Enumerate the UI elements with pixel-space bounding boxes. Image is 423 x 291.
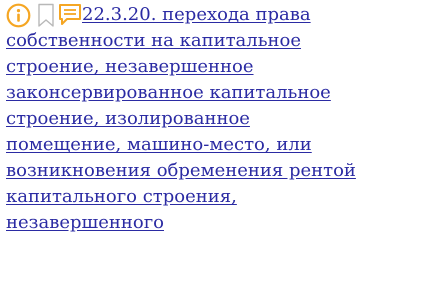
entry-icons bbox=[6, 2, 82, 28]
entry-link[interactable]: 22.3.20. перехода права собственности на … bbox=[6, 4, 356, 233]
entry-line: незавершенного bbox=[6, 212, 164, 233]
entry-line: строение, незавершенное bbox=[6, 56, 254, 77]
bookmark-icon[interactable] bbox=[37, 3, 55, 28]
entry-line: помещение, машино-место, или bbox=[6, 134, 312, 155]
entry-line: 22.3.20. перехода права bbox=[82, 4, 311, 25]
entry-line: возникновения обременения рентой bbox=[6, 160, 356, 181]
info-icon[interactable] bbox=[6, 3, 31, 28]
entry-line: строение, изолированное bbox=[6, 108, 250, 129]
comment-icon[interactable] bbox=[58, 3, 82, 27]
entry-line: законсервированное капитальное bbox=[6, 82, 331, 103]
entry-line: капитального строения, bbox=[6, 186, 237, 207]
entry-line: собственности на капитальное bbox=[6, 30, 302, 51]
document-entry: 22.3.20. перехода права собственности на … bbox=[6, 2, 421, 236]
